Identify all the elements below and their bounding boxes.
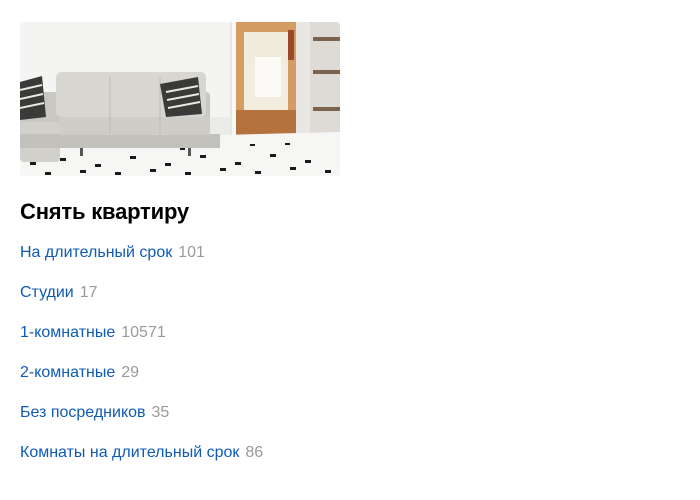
link-count: 17: [79, 284, 98, 301]
link-2-room[interactable]: 2-комнатные: [20, 364, 115, 381]
section-title: Снять квартиру: [20, 199, 189, 224]
link-1-room[interactable]: 1-комнатные: [20, 324, 115, 341]
list-item: На длительный срок 101: [20, 233, 340, 273]
living-room-photo[interactable]: [20, 22, 340, 176]
link-no-agents[interactable]: Без посредников: [20, 404, 146, 421]
list-item: Комнаты на длительный срок 86: [20, 433, 340, 473]
link-count: 35: [151, 404, 170, 421]
list-item: 2-комнатные 29: [20, 353, 340, 393]
rent-apartment-card: Снять квартиру На длительный срок 101 Сту…: [20, 22, 340, 473]
link-rooms-long-term[interactable]: Комнаты на длительный срок: [20, 444, 239, 461]
list-item: Студии 17: [20, 273, 340, 313]
link-count: 10571: [121, 324, 166, 341]
link-count: 29: [121, 364, 140, 381]
rent-links-list: На длительный срок 101 Студии 17 1-комнатн…: [20, 233, 340, 473]
link-studios[interactable]: Студии: [20, 284, 74, 301]
link-count: 86: [245, 444, 264, 461]
list-item: 1-комнатные 10571: [20, 313, 340, 353]
link-long-term[interactable]: На длительный срок: [20, 244, 172, 261]
link-count: 101: [178, 244, 205, 261]
list-item: Без посредников 35: [20, 393, 340, 433]
